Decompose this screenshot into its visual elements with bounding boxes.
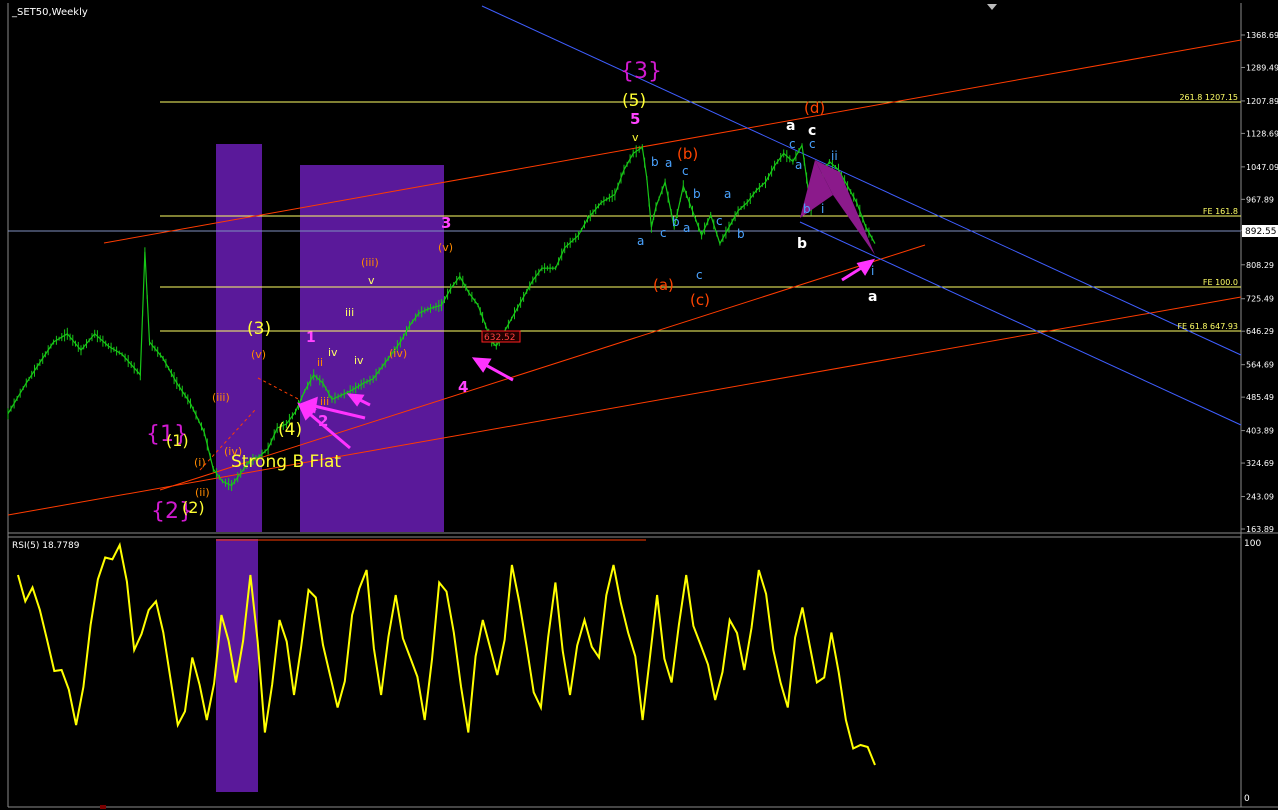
rsi-time-zone-rect [216, 539, 258, 792]
wave-label: c [716, 214, 723, 228]
wave-label: 1 [306, 330, 316, 346]
wave-label: {3} [620, 59, 662, 84]
wave-label: b [651, 155, 659, 169]
wave-label: (d) [804, 99, 825, 117]
wave-label: v [632, 131, 639, 144]
wave-label: (c) [690, 291, 710, 309]
wave-label: 4 [458, 378, 468, 396]
wave-label: v [368, 274, 375, 287]
wave-label: b [803, 202, 811, 216]
wave-label: (3) [247, 319, 271, 339]
current-price-label: 892.55 [1245, 227, 1277, 237]
wave-label: (iii) [212, 391, 230, 404]
symbol-title: _SET50,Weekly [11, 7, 88, 18]
wave-label: (2) [182, 498, 205, 517]
wave-label: i [821, 202, 824, 216]
wave-label: a [637, 234, 644, 248]
wave-label: (v) [251, 348, 266, 361]
wave-label: iii [345, 306, 354, 319]
wave-label: a [724, 187, 731, 201]
wave-label: (1) [166, 431, 189, 450]
wave-label: c [660, 226, 667, 240]
price-tag-text: 632.52 [484, 333, 516, 343]
wave-label: a [786, 118, 795, 134]
fib-label-261: 261.8 1207.15 [1179, 93, 1238, 102]
wave-label: 5 [630, 110, 640, 128]
wave-label: (i) [194, 456, 206, 469]
wave-label: b [797, 236, 807, 252]
wave-label: iv [328, 346, 338, 359]
wave-label: (v) [438, 241, 453, 254]
wave-label: iii [320, 395, 329, 408]
price-tick-label: 967.89 [1246, 195, 1274, 204]
wave-label: (iv) [389, 347, 407, 360]
price-tick-label: 1289.49 [1246, 63, 1278, 72]
wave-label: 3 [441, 214, 451, 232]
price-tick-label: 1207.89 [1246, 97, 1278, 106]
time-zone-rect-2 [300, 165, 444, 532]
wave-label: (4) [278, 420, 302, 440]
rsi-title: RSI(5) 18.7789 [12, 541, 80, 551]
wave-label: iv [354, 354, 364, 367]
wave-label: c [696, 268, 703, 282]
wave-label: c [809, 137, 816, 151]
wave-label: ii [317, 356, 323, 369]
wave-label: (ii) [195, 486, 210, 499]
price-tick-label: 564.69 [1246, 361, 1274, 370]
price-tick-label: 324.69 [1246, 459, 1274, 468]
wave-label: i [871, 264, 874, 278]
price-tick-label: 1047.09 [1246, 163, 1278, 172]
wave-label: (5) [622, 91, 646, 111]
fib-label-61: FE 61.8 647.93 [1177, 322, 1238, 331]
wave-label: b [693, 187, 701, 201]
price-tick-label: 403.89 [1246, 427, 1274, 436]
wave-label: c [789, 137, 796, 151]
wave-label: (a) [653, 276, 674, 294]
price-tick-label: 485.49 [1246, 393, 1274, 402]
wave-label: ii [831, 149, 838, 163]
rsi-tick-100: 100 [1244, 539, 1261, 549]
price-tick-label: 1128.69 [1246, 129, 1278, 138]
strong-b-flat-annotation: Strong B Flat [231, 452, 341, 472]
bottom-marker [100, 805, 106, 809]
chart-window: 632.52 261.8 1207.15 FE 161.8 FE 100.0 F… [0, 0, 1278, 810]
price-tick-label: 163.89 [1246, 525, 1274, 534]
wave-label: (iii) [361, 256, 379, 269]
fib-label-161: FE 161.8 [1203, 207, 1238, 216]
price-tick-label: 646.29 [1246, 327, 1274, 336]
wave-label: (b) [677, 145, 698, 163]
wave-label: a [868, 289, 877, 305]
wave-label: c [682, 164, 689, 178]
rsi-tick-0: 0 [1244, 794, 1250, 804]
price-tick-label: 808.29 [1246, 261, 1274, 270]
wave-label: a [665, 156, 672, 170]
wave-label: b [737, 227, 745, 241]
wave-label: a [795, 158, 802, 172]
wave-label: b [672, 215, 680, 229]
wave-label: a [683, 221, 690, 235]
price-tick-label: 243.09 [1246, 493, 1274, 502]
price-tick-label: 1368.69 [1246, 31, 1278, 40]
price-tick-label: 725.49 [1246, 295, 1274, 304]
fib-label-100: FE 100.0 [1203, 278, 1238, 287]
